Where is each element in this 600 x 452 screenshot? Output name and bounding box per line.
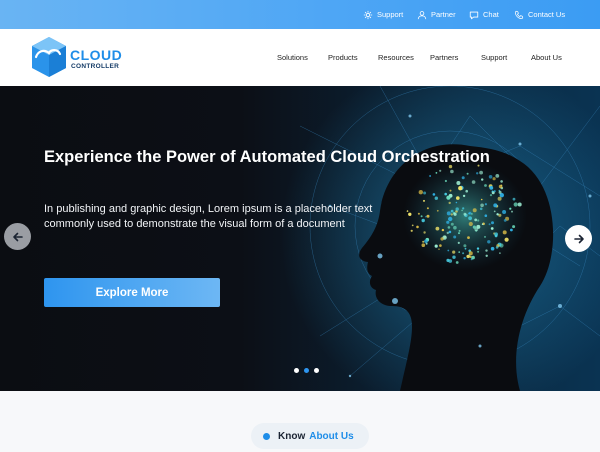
- partner-label: Partner: [431, 10, 456, 19]
- contact-link[interactable]: Contact Us: [514, 0, 565, 29]
- support-link[interactable]: Support: [363, 0, 403, 29]
- contact-label: Contact Us: [528, 10, 566, 19]
- hero-title: Experience the Power of Automated Cloud …: [44, 148, 490, 166]
- user-icon: [417, 10, 427, 19]
- ai-head-network-illustration: [280, 86, 600, 391]
- bullet-dot-icon: [263, 432, 270, 440]
- slider-dot[interactable]: [314, 368, 319, 373]
- logo-title: CLOUD: [70, 47, 123, 63]
- nav-solutions[interactable]: Solutions: [277, 29, 308, 86]
- phone-icon: [514, 10, 524, 19]
- nav-resources[interactable]: Resources: [378, 29, 414, 86]
- hero-slider: Experience the Power of Automated Cloud …: [0, 86, 600, 391]
- gear-icon: [363, 10, 373, 19]
- nav-products[interactable]: Products: [328, 29, 358, 86]
- know-about-us-badge: Know About Us: [251, 423, 369, 449]
- slider-dot[interactable]: [294, 368, 299, 373]
- utility-bar: Support Partner Chat Contact Us: [0, 0, 600, 29]
- badge-text-know: Know: [278, 430, 306, 442]
- explore-more-button[interactable]: Explore More: [44, 278, 220, 307]
- arrow-right-icon: [573, 234, 584, 243]
- slider-dot[interactable]: [304, 368, 309, 373]
- nav-support[interactable]: Support: [481, 29, 507, 86]
- chat-icon: [469, 11, 479, 19]
- nav-about-us[interactable]: About Us: [531, 29, 562, 86]
- logo-subtitle: CONTROLLER: [71, 63, 120, 70]
- site-header: CLOUD CONTROLLER Solutions Products Reso…: [0, 29, 600, 86]
- partner-link[interactable]: Partner: [417, 0, 456, 29]
- nav-partners[interactable]: Partners: [430, 29, 458, 86]
- cloud-cube-icon: [32, 37, 66, 77]
- chat-link[interactable]: Chat: [469, 0, 499, 29]
- slider-prev-button[interactable]: [4, 223, 31, 250]
- badge-text-about-us: About Us: [309, 430, 354, 442]
- logo[interactable]: CLOUD CONTROLLER: [30, 35, 130, 79]
- support-label: Support: [377, 10, 404, 19]
- chat-label: Chat: [483, 10, 499, 19]
- about-section: Know About Us: [0, 391, 600, 452]
- slider-next-button[interactable]: [565, 225, 592, 252]
- hero-description: In publishing and graphic design, Lorem …: [44, 203, 373, 230]
- slider-pagination: [294, 368, 319, 373]
- arrow-left-icon: [12, 232, 23, 241]
